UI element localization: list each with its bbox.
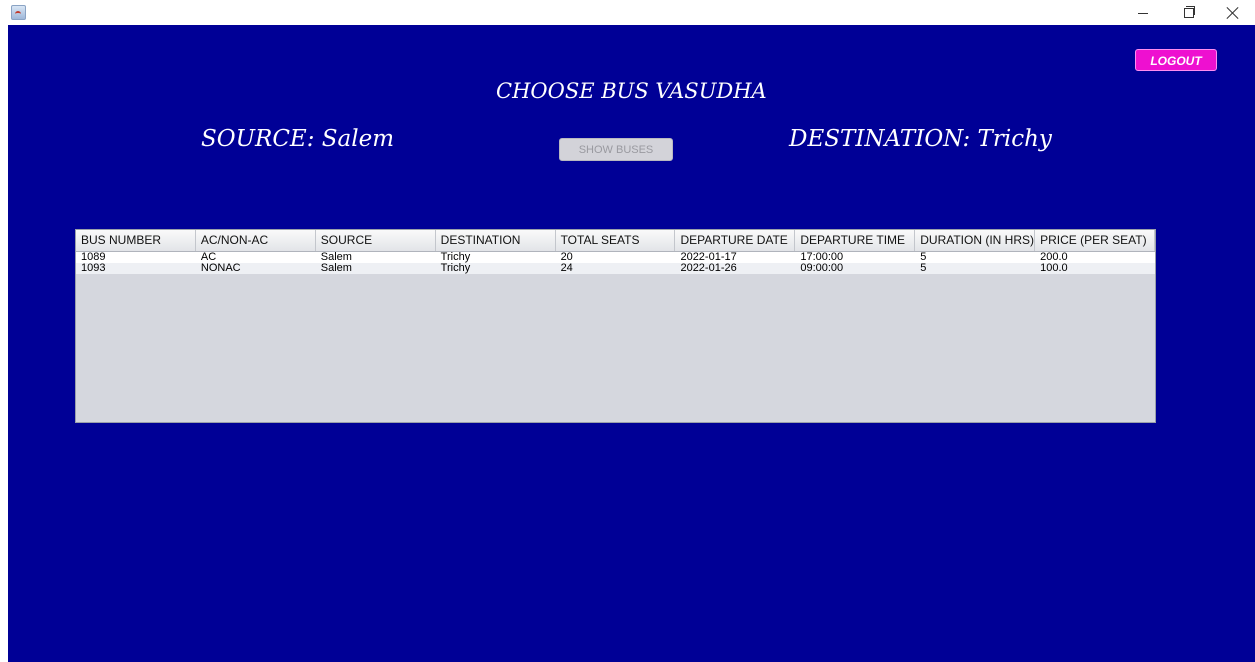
column-header-ac-non-ac[interactable]: AC/NON-AC xyxy=(196,230,316,251)
restore-button[interactable] xyxy=(1165,0,1211,25)
logout-button[interactable]: LOGOUT xyxy=(1135,49,1217,71)
cell-bus-number: 1089 xyxy=(81,252,106,263)
close-button[interactable] xyxy=(1210,0,1255,25)
cell-departure-date: 2022-01-17 xyxy=(680,252,737,263)
column-header-departure-date[interactable]: DEPARTURE DATE xyxy=(675,230,796,251)
column-header-price[interactable]: PRICE (PER SEAT) xyxy=(1035,230,1155,251)
cell-departure-time: 17:00:00 xyxy=(800,252,844,263)
cell-price: 200.0 xyxy=(1040,252,1068,263)
column-header-destination[interactable]: DESTINATION xyxy=(436,230,556,251)
table-row[interactable]: 1093 NONAC Salem Trichy 24 2022-01-26 09… xyxy=(76,263,1155,274)
column-header-total-seats[interactable]: TOTAL SEATS xyxy=(556,230,676,251)
cell-duration: 5 xyxy=(920,263,927,274)
cell-duration: 5 xyxy=(920,252,927,263)
cell-bus-number: 1093 xyxy=(81,263,106,274)
window-titlebar xyxy=(0,0,1255,25)
table-row[interactable]: 1089 AC Salem Trichy 20 2022-01-17 17:00… xyxy=(76,252,1155,263)
table-header: BUS NUMBER AC/NON-AC SOURCE DESTINATION … xyxy=(76,230,1155,252)
cell-total-seats: 24 xyxy=(560,263,573,274)
cell-destination: Trichy xyxy=(440,252,471,263)
show-buses-button[interactable]: SHOW BUSES xyxy=(559,138,673,161)
cell-price: 100.0 xyxy=(1040,263,1068,274)
bus-table: BUS NUMBER AC/NON-AC SOURCE DESTINATION … xyxy=(75,229,1156,423)
java-app-icon xyxy=(11,5,26,20)
restore-icon xyxy=(1184,8,1194,18)
column-header-source[interactable]: SOURCE xyxy=(316,230,436,251)
cell-ac-non-ac: AC xyxy=(200,252,217,263)
minimize-icon xyxy=(1138,13,1148,14)
cell-ac-non-ac: NONAC xyxy=(200,263,241,274)
destination-label: DESTINATION: Trichy xyxy=(789,126,1052,152)
source-label: SOURCE: Salem xyxy=(201,126,395,152)
close-icon xyxy=(1226,6,1240,20)
cell-source: Salem xyxy=(320,263,352,274)
page-title: CHOOSE BUS VASUDHA xyxy=(496,79,767,103)
column-header-duration[interactable]: DURATION (IN HRS) xyxy=(915,230,1036,251)
minimize-button[interactable] xyxy=(1120,0,1166,25)
cell-total-seats: 20 xyxy=(560,252,573,263)
column-header-bus-number[interactable]: BUS NUMBER xyxy=(76,230,196,251)
cell-destination: Trichy xyxy=(440,263,471,274)
cell-departure-date: 2022-01-26 xyxy=(680,263,737,274)
cell-departure-time: 09:00:00 xyxy=(800,263,844,274)
column-header-departure-time[interactable]: DEPARTURE TIME xyxy=(795,230,916,251)
main-panel: LOGOUT CHOOSE BUS VASUDHA SOURCE: Salem … xyxy=(8,25,1255,662)
cell-source: Salem xyxy=(320,252,352,263)
